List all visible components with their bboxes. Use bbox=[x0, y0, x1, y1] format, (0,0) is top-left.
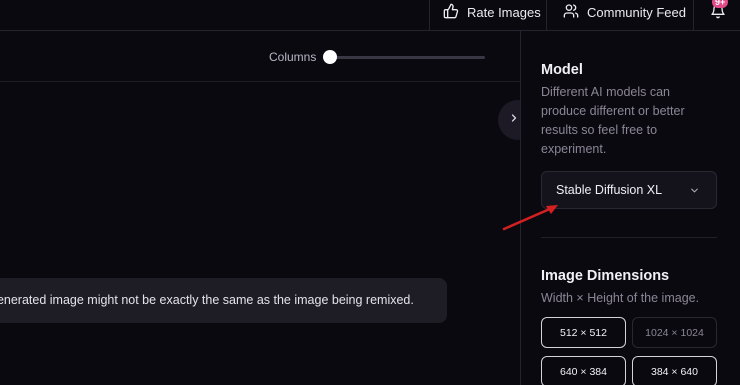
top-bar: Rate Images Community Feed 9+ bbox=[0, 0, 740, 31]
thumbs-up-icon bbox=[443, 3, 459, 22]
model-select[interactable]: Stable Diffusion XL bbox=[541, 171, 717, 209]
model-description-line: produce different or better bbox=[541, 104, 685, 118]
chevron-right-icon bbox=[508, 111, 520, 129]
columns-label: Columns bbox=[269, 50, 317, 64]
remix-notice-text: generated image might not be exactly the… bbox=[0, 293, 414, 307]
rate-images-button[interactable]: Rate Images bbox=[429, 0, 547, 31]
model-description-line: experiment. bbox=[541, 142, 607, 156]
model-description-line: results so feel free to bbox=[541, 123, 658, 137]
dimension-option-512x512[interactable]: 512 × 512 bbox=[541, 317, 626, 348]
section-divider bbox=[541, 237, 717, 238]
dimension-option-1024x1024[interactable]: 1024 × 1024 bbox=[632, 317, 717, 348]
dimensions-title: Image Dimensions bbox=[541, 268, 670, 284]
chevron-down-icon bbox=[689, 185, 700, 199]
model-select-value: Stable Diffusion XL bbox=[556, 183, 663, 197]
community-feed-button[interactable]: Community Feed bbox=[548, 0, 694, 31]
remix-notice: generated image might not be exactly the… bbox=[0, 278, 447, 323]
columns-slider-track[interactable] bbox=[328, 56, 485, 59]
annotation-arrow bbox=[502, 205, 558, 231]
columns-toolbar: Columns bbox=[0, 31, 520, 82]
rate-images-label: Rate Images bbox=[467, 5, 541, 20]
model-title: Model bbox=[541, 62, 583, 78]
community-feed-label: Community Feed bbox=[587, 5, 686, 20]
users-icon bbox=[563, 3, 579, 22]
dimension-option-640x384[interactable]: 640 × 384 bbox=[541, 356, 626, 385]
model-description: Different AI models can produce differen… bbox=[541, 83, 685, 159]
model-description-line: Different AI models can bbox=[541, 85, 671, 99]
dimension-option-384x640[interactable]: 384 × 640 bbox=[632, 356, 717, 385]
columns-slider-thumb[interactable] bbox=[323, 50, 337, 64]
app-root: Rate Images Community Feed 9+ Columns ge… bbox=[0, 0, 740, 385]
dimensions-description: Width × Height of the image. bbox=[541, 291, 700, 305]
